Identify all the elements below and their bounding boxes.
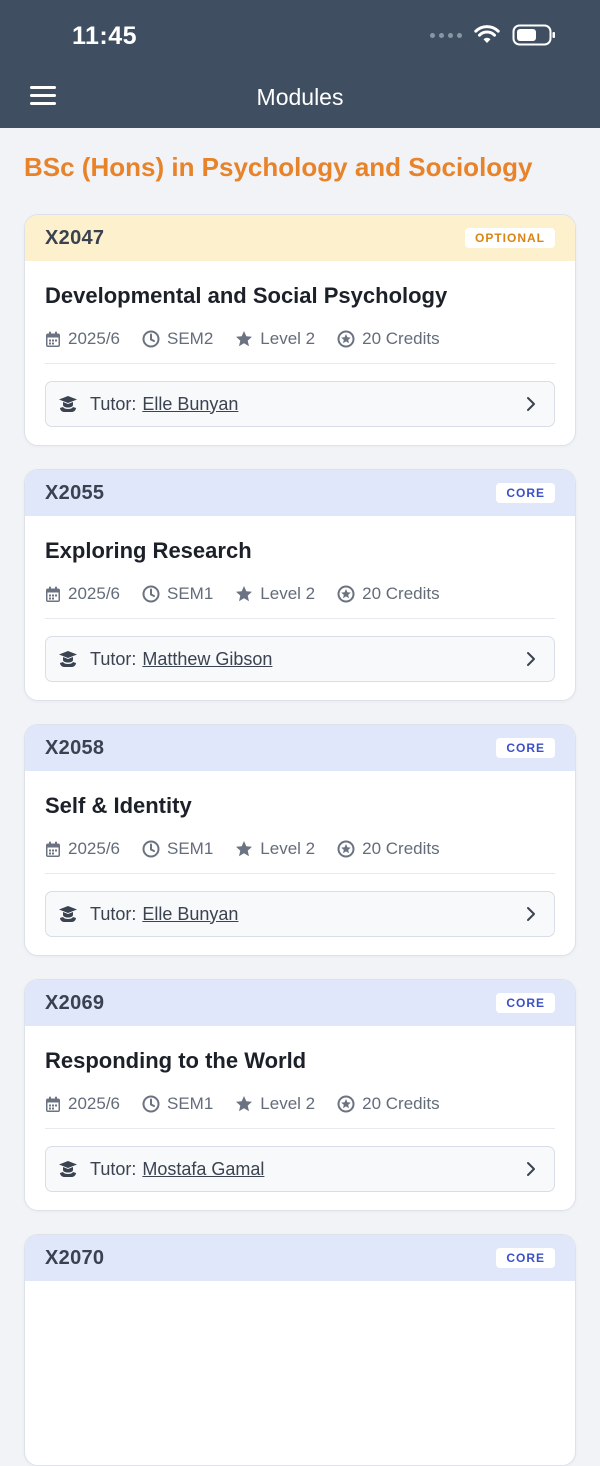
clock-icon: [142, 585, 160, 603]
module-type-badge: CORE: [496, 993, 555, 1013]
module-type-badge: CORE: [496, 1248, 555, 1268]
module-name: Self & Identity: [45, 793, 192, 818]
graduation-cap-icon: [59, 1161, 77, 1177]
module-meta: 2025/6 SEM1 Level 2 20 Credits: [45, 1094, 555, 1129]
module-code: X2069: [45, 991, 105, 1014]
calendar-icon: [46, 841, 60, 857]
module-code: X2070: [45, 1246, 105, 1269]
tutor-name[interactable]: Matthew Gibson: [142, 649, 272, 670]
module-card[interactable]: X2070 CORE: [24, 1234, 576, 1466]
module-name: Responding to the World: [45, 1048, 307, 1073]
module-meta: 2025/6 SEM1 Level 2 20 Credits: [45, 584, 555, 619]
module-meta: 2025/6 SEM2 Level 2 20 Credits: [45, 329, 555, 364]
graduation-cap-icon: [59, 396, 77, 412]
program-title: BSc (Hons) in Psychology and Sociology: [24, 152, 533, 182]
tutor-label: Tutor:: [90, 648, 137, 669]
module-card[interactable]: X2047 OPTIONAL Developmental and Social …: [24, 214, 576, 446]
module-name: Exploring Research: [45, 538, 252, 563]
star-circle-icon: [337, 840, 355, 858]
status-time: 11:45: [72, 22, 138, 50]
module-name: Developmental and Social Psychology: [45, 283, 448, 308]
module-type-badge: CORE: [496, 738, 555, 758]
chevron-right-icon: [527, 652, 535, 666]
module-type-badge: CORE: [496, 483, 555, 503]
tutor-link[interactable]: Tutor: Matthew Gibson: [45, 636, 555, 682]
page-title: Modules: [256, 84, 344, 110]
chevron-right-icon: [527, 397, 535, 411]
module-level: Level 2: [260, 329, 316, 348]
module-card-header: X2055 CORE: [25, 470, 575, 516]
module-code: X2058: [45, 736, 105, 759]
tutor-link[interactable]: Tutor: Elle Bunyan: [45, 891, 555, 937]
star-circle-icon: [337, 330, 355, 348]
tutor-link[interactable]: Tutor: Mostafa Gamal: [45, 1146, 555, 1192]
module-card[interactable]: X2069 CORE Responding to the World 2025/…: [24, 979, 576, 1211]
tutor-link[interactable]: Tutor: Elle Bunyan: [45, 381, 555, 427]
status-icons: [430, 24, 556, 46]
star-icon: [236, 331, 253, 347]
battery-icon: [512, 24, 556, 46]
module-credits: 20 Credits: [362, 329, 440, 348]
module-credits: 20 Credits: [362, 1094, 440, 1113]
calendar-icon: [46, 331, 60, 347]
graduation-cap-icon: [59, 651, 77, 667]
module-semester: SEM1: [167, 584, 214, 603]
signal-icon: [430, 32, 462, 38]
module-semester: SEM1: [167, 839, 214, 858]
star-icon: [236, 1096, 253, 1112]
module-code: X2055: [45, 481, 105, 504]
app-header: 11:45 Modules: [0, 0, 600, 128]
tutor-name[interactable]: Mostafa Gamal: [142, 1159, 264, 1180]
module-card[interactable]: X2055 CORE Exploring Research 2025/6 SEM…: [24, 469, 576, 701]
module-level: Level 2: [260, 584, 316, 603]
graduation-cap-icon: [59, 906, 77, 922]
calendar-icon: [46, 586, 60, 602]
module-meta: 2025/6 SEM1 Level 2 20 Credits: [45, 839, 555, 874]
calendar-icon: [46, 1096, 60, 1112]
module-credits: 20 Credits: [362, 584, 440, 603]
module-code: X2047: [45, 226, 105, 249]
tutor-label: Tutor:: [90, 903, 137, 924]
wifi-icon: [474, 25, 500, 45]
module-year: 2025/6: [68, 839, 120, 858]
module-card-header: X2047 OPTIONAL: [25, 215, 575, 261]
star-icon: [236, 841, 253, 857]
star-icon: [236, 586, 253, 602]
module-year: 2025/6: [68, 1094, 120, 1113]
clock-icon: [142, 1095, 160, 1113]
tutor-label: Tutor:: [90, 393, 137, 414]
module-semester: SEM1: [167, 1094, 214, 1113]
chevron-right-icon: [527, 907, 535, 921]
module-card[interactable]: X2058 CORE Self & Identity 2025/6 SEM1 L…: [24, 724, 576, 956]
clock-icon: [142, 840, 160, 858]
tutor-name[interactable]: Elle Bunyan: [142, 394, 238, 415]
module-card-header: X2070 CORE: [25, 1235, 575, 1281]
module-credits: 20 Credits: [362, 839, 440, 858]
star-circle-icon: [337, 585, 355, 603]
tutor-name[interactable]: Elle Bunyan: [142, 904, 238, 925]
module-type-badge: OPTIONAL: [465, 228, 555, 248]
module-year: 2025/6: [68, 329, 120, 348]
module-card-header: X2069 CORE: [25, 980, 575, 1026]
clock-icon: [142, 330, 160, 348]
module-level: Level 2: [260, 1094, 316, 1113]
chevron-right-icon: [527, 1162, 535, 1176]
module-semester: SEM2: [167, 329, 214, 348]
module-level: Level 2: [260, 839, 316, 858]
star-circle-icon: [337, 1095, 355, 1113]
module-card-header: X2058 CORE: [25, 725, 575, 771]
module-year: 2025/6: [68, 584, 120, 603]
tutor-label: Tutor:: [90, 1158, 137, 1179]
